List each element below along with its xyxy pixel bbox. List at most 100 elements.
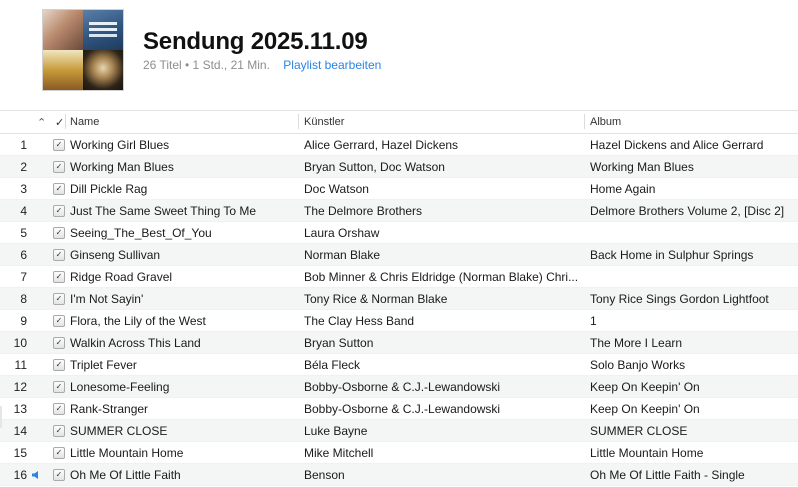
track-row[interactable]: 2 ✓ Working Man Blues Bryan Sutton, Doc Wat… xyxy=(0,156,798,178)
track-checkbox[interactable]: ✓ xyxy=(53,359,65,371)
track-table: ⌃ ✓ Name Künstler Album 1 ✓ Working Girl B… xyxy=(0,110,798,486)
column-header-album[interactable]: Album xyxy=(590,116,621,128)
track-row[interactable]: 8 ✓ I'm Not Sayin' Tony Rice & Norman Blake… xyxy=(0,288,798,310)
track-number: 2 xyxy=(20,160,27,174)
album-cover-1 xyxy=(43,10,83,50)
track-name: Triplet Fever xyxy=(70,358,137,372)
track-name: Oh Me Of Little Faith xyxy=(70,468,181,482)
track-album: Oh Me Of Little Faith - Single xyxy=(590,468,745,482)
track-number: 1 xyxy=(20,138,27,152)
track-checkbox[interactable]: ✓ xyxy=(53,161,65,173)
track-album: SUMMER CLOSE xyxy=(590,424,688,438)
track-artist: Bob Minner & Chris Eldridge (Norman Blak… xyxy=(304,270,579,284)
track-name: Dill Pickle Rag xyxy=(70,182,148,196)
track-row[interactable]: 13 ✓ Rank-Stranger Bobby-Osborne & C.J.-Lew… xyxy=(0,398,798,420)
track-row[interactable]: 9 ✓ Flora, the Lily of the West The Clay He… xyxy=(0,310,798,332)
track-row[interactable]: 14 ✓ SUMMER CLOSE Luke Bayne SUMMER CLOSE xyxy=(0,420,798,442)
track-album: Working Man Blues xyxy=(590,160,694,174)
edit-playlist-link[interactable]: Playlist bearbeiten xyxy=(283,58,381,72)
sort-chevron-up-icon[interactable]: ⌃ xyxy=(37,116,46,129)
track-row[interactable]: 10 ✓ Walkin Across This Land Bryan Sutton Th… xyxy=(0,332,798,354)
track-name: Seeing_The_Best_Of_You xyxy=(70,226,212,240)
track-artist: Alice Gerrard, Hazel Dickens xyxy=(304,138,459,152)
track-number: 3 xyxy=(20,182,27,196)
track-name: Just The Same Sweet Thing To Me xyxy=(70,204,257,218)
column-header-artist[interactable]: Künstler xyxy=(304,116,344,128)
track-name: Walkin Across This Land xyxy=(70,336,201,350)
track-row[interactable]: 4 ✓ Just The Same Sweet Thing To Me The Del… xyxy=(0,200,798,222)
track-checkbox[interactable]: ✓ xyxy=(53,469,65,481)
track-checkbox[interactable]: ✓ xyxy=(53,227,65,239)
track-number: 8 xyxy=(20,292,27,306)
track-name: Ginseng Sullivan xyxy=(70,248,161,262)
speaker-icon xyxy=(32,471,38,479)
track-album: 1 xyxy=(590,314,597,328)
track-album: Delmore Brothers Volume 2, [Disc 2] xyxy=(590,204,785,218)
track-artist: Laura Orshaw xyxy=(304,226,380,240)
playlist-header: Sendung 2025.11.09 26 Titel • 1 Std., 21… xyxy=(0,0,798,110)
track-checkbox[interactable]: ✓ xyxy=(53,205,65,217)
track-checkbox[interactable]: ✓ xyxy=(53,381,65,393)
track-row[interactable]: 6 ✓ Ginseng Sullivan Norman Blake Back Home … xyxy=(0,244,798,266)
track-row[interactable]: 16 ✓ Oh Me Of Little Faith Benson Oh Me Of L… xyxy=(0,464,798,486)
track-checkbox[interactable]: ✓ xyxy=(53,183,65,195)
track-list: 1 ✓ Working Girl Blues Alice Gerrard, Hazel… xyxy=(0,134,798,486)
track-album: Solo Banjo Works xyxy=(590,358,686,372)
track-checkbox[interactable]: ✓ xyxy=(53,337,65,349)
track-artist: The Delmore Brothers xyxy=(304,204,423,218)
track-album: Back Home in Sulphur Springs xyxy=(590,248,754,262)
track-row[interactable]: 12 ✓ Lonesome-Feeling Bobby-Osborne & C.J.-… xyxy=(0,376,798,398)
track-artist: Norman Blake xyxy=(304,248,381,262)
track-number: 5 xyxy=(20,226,27,240)
track-number: 13 xyxy=(13,402,27,416)
track-name: Lonesome-Feeling xyxy=(70,380,170,394)
track-artist: Béla Fleck xyxy=(304,358,361,372)
track-name: I'm Not Sayin' xyxy=(70,292,144,306)
track-artist: Bryan Sutton xyxy=(304,336,374,350)
track-album: Hazel Dickens and Alice Gerrard xyxy=(590,138,764,152)
track-album: Tony Rice Sings Gordon Lightfoot xyxy=(590,292,769,306)
track-checkbox[interactable]: ✓ xyxy=(53,139,65,151)
column-header-checked[interactable]: ✓ xyxy=(55,116,64,129)
track-artist: Luke Bayne xyxy=(304,424,368,438)
column-divider[interactable] xyxy=(298,114,299,129)
track-number: 16 xyxy=(13,468,27,482)
column-divider[interactable] xyxy=(584,114,585,129)
track-name: Ridge Road Gravel xyxy=(70,270,173,284)
track-checkbox[interactable]: ✓ xyxy=(53,447,65,459)
track-name: Little Mountain Home xyxy=(70,446,184,460)
table-header: ⌃ ✓ Name Künstler Album xyxy=(0,110,798,134)
track-name: Working Man Blues xyxy=(70,160,174,174)
track-artist: Tony Rice & Norman Blake xyxy=(304,292,448,306)
track-number: 14 xyxy=(13,424,27,438)
track-album: Little Mountain Home xyxy=(590,446,704,460)
track-checkbox[interactable]: ✓ xyxy=(53,425,65,437)
track-checkbox[interactable]: ✓ xyxy=(53,271,65,283)
track-row[interactable]: 5 ✓ Seeing_The_Best_Of_You Laura Orshaw xyxy=(0,222,798,244)
track-checkbox[interactable]: ✓ xyxy=(53,403,65,415)
album-cover-3 xyxy=(43,50,83,90)
track-number: 12 xyxy=(13,380,27,394)
track-row[interactable]: 11 ✓ Triplet Fever Béla Fleck Solo Banjo Wor… xyxy=(0,354,798,376)
track-number: 4 xyxy=(20,204,27,218)
track-artist: Bryan Sutton, Doc Watson xyxy=(304,160,445,174)
album-cover-4 xyxy=(83,50,123,90)
track-checkbox[interactable]: ✓ xyxy=(53,249,65,261)
track-checkbox[interactable]: ✓ xyxy=(53,315,65,327)
track-row[interactable]: 3 ✓ Dill Pickle Rag Doc Watson Home Again xyxy=(0,178,798,200)
column-divider[interactable] xyxy=(65,114,66,129)
column-header-name[interactable]: Name xyxy=(70,116,99,128)
track-artist: Mike Mitchell xyxy=(304,446,374,460)
track-artist: Doc Watson xyxy=(304,182,369,196)
track-number: 7 xyxy=(20,270,27,284)
track-checkbox[interactable]: ✓ xyxy=(53,293,65,305)
playlist-artwork[interactable] xyxy=(43,10,123,90)
track-number: 15 xyxy=(13,446,27,460)
track-row[interactable]: 1 ✓ Working Girl Blues Alice Gerrard, Hazel… xyxy=(0,134,798,156)
scroll-indicator xyxy=(0,406,2,428)
track-artist: Bobby-Osborne & C.J.-Lewandowski xyxy=(304,380,501,394)
track-number: 11 xyxy=(14,358,27,372)
track-row[interactable]: 15 ✓ Little Mountain Home Mike Mitchell Litt… xyxy=(0,442,798,464)
track-album: Home Again xyxy=(590,182,656,196)
track-row[interactable]: 7 ✓ Ridge Road Gravel Bob Minner & Chris El… xyxy=(0,266,798,288)
